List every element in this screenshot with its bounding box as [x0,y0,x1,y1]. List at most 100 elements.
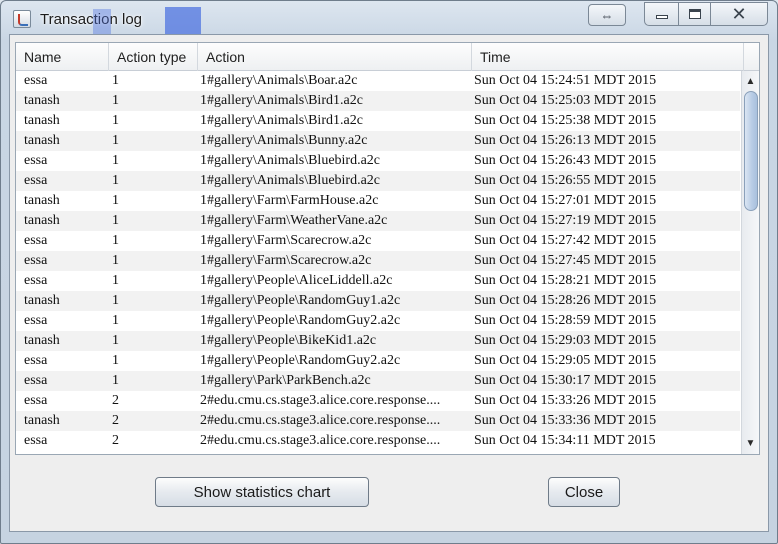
table-row[interactable]: tanash 2 2#edu.cmu.cs.stage3.alice.core.re… [16,411,740,431]
background-blur-decoration [165,7,201,37]
table-row[interactable]: tanash 1 1#gallery\People\RandomGuy1.a2c Su… [16,291,740,311]
cell-name: essa [24,273,48,288]
table-row[interactable]: tanash 1 1#gallery\Animals\Bird1.a2c Sun Oc… [16,91,740,111]
table-row[interactable]: essa 1 1#gallery\Animals\Boar.a2c Sun Oct 0… [16,71,740,91]
table-row[interactable]: essa 1 1#gallery\Animals\Bluebird.a2c Sun O… [16,151,740,171]
cell-action-type: 1 [112,233,119,248]
cell-action: 1#gallery\Animals\Boar.a2c [200,73,358,88]
cell-name: essa [24,353,48,368]
cell-action-type: 1 [112,113,119,128]
table-row[interactable]: essa 1 1#gallery\Animals\Bluebird.a2c Sun O… [16,171,740,191]
cell-name: essa [24,233,48,248]
cell-time: Sun Oct 04 15:29:03 MDT 2015 [474,333,657,348]
table-row[interactable]: essa 1 1#gallery\People\RandomGuy2.a2c Sun … [16,311,740,331]
close-button[interactable]: Close [548,477,620,507]
cell-name: essa [24,373,48,388]
scroll-down-button[interactable]: ▼ [742,435,759,452]
show-statistics-chart-button[interactable]: Show statistics chart [155,477,369,507]
transaction-table: Name Action type Action Time essa 1 1#gall… [15,42,760,455]
cell-action-type: 1 [112,373,119,388]
table-row[interactable]: tanash 1 1#gallery\Farm\FarmHouse.a2c Sun O… [16,191,740,211]
cell-action-type: 1 [112,333,119,348]
cell-action-type: 2 [112,413,119,428]
cell-name: essa [24,393,48,408]
cell-time: Sun Oct 04 15:28:59 MDT 2015 [474,313,657,328]
cell-name: tanash [24,293,60,308]
table-row[interactable]: tanash 1 1#gallery\People\BikeKid1.a2c Sun … [16,331,740,351]
column-header-action[interactable]: Action [198,43,472,71]
maximize-icon [688,9,701,19]
cell-time: Sun Oct 04 15:26:55 MDT 2015 [474,173,657,188]
minimize-button[interactable] [644,2,678,26]
cell-time: Sun Oct 04 15:24:51 MDT 2015 [474,73,657,88]
minimize-icon [655,15,668,19]
arrow-down-icon: ▼ [745,438,756,449]
table-row[interactable]: essa 1 1#gallery\People\AliceLiddell.a2c Su… [16,271,740,291]
column-header-time[interactable]: Time [472,43,744,71]
background-blur-decoration [93,9,111,35]
cell-action-type: 1 [112,273,119,288]
cell-time: Sun Oct 04 15:27:42 MDT 2015 [474,233,657,248]
cell-time: Sun Oct 04 15:34:11 MDT 2015 [474,433,656,448]
cell-time: Sun Oct 04 15:33:26 MDT 2015 [474,393,657,408]
scrollbar-thumb[interactable] [744,91,758,211]
column-header-name[interactable]: Name [16,43,109,71]
cell-action: 2#edu.cmu.cs.stage3.alice.core.response.… [200,413,441,428]
cell-time: Sun Oct 04 15:28:26 MDT 2015 [474,293,657,308]
cell-time: Sun Oct 04 15:29:05 MDT 2015 [474,353,657,368]
table-row[interactable]: essa 1 1#gallery\Farm\Scarecrow.a2c Sun Oct… [16,231,740,251]
cell-time: Sun Oct 04 15:27:45 MDT 2015 [474,253,657,268]
cell-name: tanash [24,413,60,428]
cell-time: Sun Oct 04 15:30:17 MDT 2015 [474,373,657,388]
cell-action: 1#gallery\Animals\Bluebird.a2c [200,153,381,168]
cell-time: Sun Oct 04 15:28:21 MDT 2015 [474,273,657,288]
table-row[interactable]: tanash 1 1#gallery\Farm\WeatherVane.a2c Sun… [16,211,740,231]
cell-action-type: 1 [112,213,119,228]
cell-name: essa [24,433,48,448]
maximize-button[interactable] [678,2,710,26]
cell-time: Sun Oct 04 15:25:03 MDT 2015 [474,93,657,108]
cell-name: essa [24,73,48,88]
table-row[interactable]: essa 1 1#gallery\People\RandomGuy2.a2c Sun … [16,351,740,371]
cell-action: 1#gallery\Farm\Scarecrow.a2c [200,253,372,268]
cell-time: Sun Oct 04 15:33:36 MDT 2015 [474,413,657,428]
vertical-scrollbar[interactable]: ▲ ▼ [741,71,759,454]
window-close-button[interactable]: ✕ [710,2,768,26]
table-body: essa 1 1#gallery\Animals\Boar.a2c Sun Oct 0… [16,71,740,454]
table-row[interactable]: essa 2 2#edu.cmu.cs.stage3.alice.core.resp… [16,391,740,411]
table-row[interactable]: essa 1 1#gallery\Park\ParkBench.a2c Sun Oct… [16,371,740,391]
scrollbar-track[interactable] [744,91,758,434]
cell-action: 1#gallery\Farm\Scarecrow.a2c [200,233,372,248]
table-row[interactable]: essa 1 1#gallery\Farm\Scarecrow.a2c Sun Oct… [16,251,740,271]
cell-action: 1#gallery\Park\ParkBench.a2c [200,373,371,388]
scroll-up-button[interactable]: ▲ [742,73,759,90]
cell-action-type: 1 [112,173,119,188]
dialog-content: Name Action type Action Time essa 1 1#gall… [9,34,769,532]
cell-time: Sun Oct 04 15:26:43 MDT 2015 [474,153,657,168]
cell-name: essa [24,153,48,168]
cell-name: essa [24,173,48,188]
cell-time: Sun Oct 04 15:27:01 MDT 2015 [474,193,657,208]
resize-button[interactable]: ⇔ [588,4,626,26]
cell-name: tanash [24,133,60,148]
cell-action: 1#gallery\Animals\Bunny.a2c [200,133,368,148]
cell-action-type: 1 [112,253,119,268]
cell-action-type: 1 [112,93,119,108]
close-icon: ✕ [731,3,747,24]
cell-action-type: 1 [112,73,119,88]
table-row[interactable]: tanash 1 1#gallery\Animals\Bird1.a2c Sun Oc… [16,111,740,131]
table-row[interactable]: essa 2 2#edu.cmu.cs.stage3.alice.core.resp… [16,431,740,451]
cell-name: tanash [24,213,60,228]
cell-action: 1#gallery\People\AliceLiddell.a2c [200,273,393,288]
cell-time: Sun Oct 04 15:25:38 MDT 2015 [474,113,657,128]
cell-action-type: 1 [112,353,119,368]
cell-action: 2#edu.cmu.cs.stage3.alice.core.response.… [200,433,441,448]
transaction-log-window: Transaction log ⇔ ✕ Name Action type Act… [0,0,778,544]
cell-action: 1#gallery\People\RandomGuy2.a2c [200,313,401,328]
cell-action-type: 2 [112,433,119,448]
java-app-icon [13,10,31,28]
cell-action: 1#gallery\People\RandomGuy2.a2c [200,353,401,368]
cell-name: essa [24,253,48,268]
column-header-action-type[interactable]: Action type [109,43,198,71]
table-row[interactable]: tanash 1 1#gallery\Animals\Bunny.a2c Sun Oc… [16,131,740,151]
